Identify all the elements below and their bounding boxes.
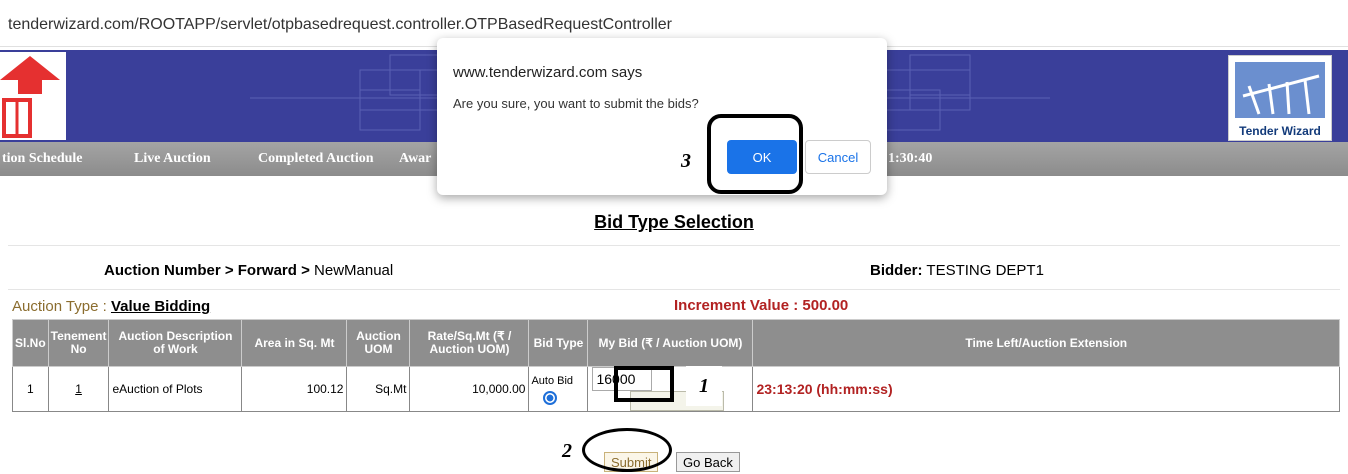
annotation-box-ok <box>707 114 803 194</box>
bidder-info: Bidder: TESTING DEPT1 <box>870 262 1044 279</box>
divider <box>8 289 1340 290</box>
col-description: Auction Description of Work <box>108 319 243 367</box>
url-text[interactable]: tenderwizard.com/ROOTAPP/servlet/otpbase… <box>8 16 672 34</box>
nav-auction-schedule[interactable]: tion Schedule <box>2 151 83 167</box>
auction-type-value: Value Bidding <box>110 298 211 315</box>
people-logo-icon <box>1235 62 1325 118</box>
dialog-title: www.tenderwizard.com says <box>453 64 643 81</box>
go-back-button[interactable]: Go Back <box>676 452 740 472</box>
tenement-link[interactable]: 1 <box>75 382 82 396</box>
col-my-bid: My Bid (₹ / Auction UOM) <box>587 319 754 367</box>
col-time-left: Time Left/Auction Extension <box>752 319 1340 367</box>
time-left: 23:13:20 (hh:mm:ss) <box>756 381 893 397</box>
col-uom: Auction UOM <box>346 319 411 367</box>
bid-type-cell: Auto Bid <box>529 374 587 405</box>
nav-awarded[interactable]: Awar <box>399 151 431 167</box>
auction-type-label: Auction Type : <box>12 298 107 315</box>
cancel-button[interactable]: Cancel <box>805 140 871 174</box>
cell-uom: Sq.Mt <box>346 366 411 412</box>
bidder-label: Bidder: <box>870 262 923 279</box>
col-slno: Sl.No <box>12 319 49 367</box>
auto-bid-radio[interactable] <box>543 391 558 405</box>
annotation-box-bid <box>614 366 674 402</box>
col-bid-type: Bid Type <box>528 319 589 367</box>
dialog-message: Are you sure, you want to submit the bid… <box>453 96 699 111</box>
annotation-ellipse-submit <box>582 428 672 472</box>
table-header-row: Sl.No Tenement No Auction Description of… <box>12 319 1340 367</box>
bidder-value: TESTING DEPT1 <box>926 262 1044 279</box>
breadcrumb: Auction Number > Forward > NewManual <box>104 262 393 279</box>
increment-value: Increment Value : 500.00 <box>674 297 849 314</box>
left-logo <box>0 52 66 140</box>
divider <box>8 245 1340 246</box>
bid-table: Sl.No Tenement No Auction Description of… <box>12 319 1340 412</box>
cell-area: 100.12 <box>241 366 348 412</box>
table-row: 1 1 eAuction of Plots 100.12 Sq.Mt 10,00… <box>12 366 1340 412</box>
cell-description: eAuction of Plots <box>108 366 243 412</box>
annotation-step-1: 1 <box>686 366 722 406</box>
breadcrumb-prefix: Auction Number > Forward > <box>104 262 315 279</box>
auction-type: Auction Type : Value Bidding <box>12 298 210 315</box>
col-area: Area in Sq. Mt <box>241 319 348 367</box>
confirm-dialog: www.tenderwizard.com says Are you sure, … <box>437 38 887 195</box>
cell-slno: 1 <box>12 366 49 412</box>
auto-bid-label: Auto Bid <box>531 375 574 387</box>
logo-text: Tender Wizard <box>1239 124 1321 138</box>
tender-wizard-logo: Tender Wizard <box>1228 55 1332 141</box>
col-tenement: Tenement No <box>47 319 110 367</box>
nav-completed-auction[interactable]: Completed Auction <box>258 151 374 167</box>
annotation-step-2: 2 <box>562 440 572 462</box>
page-title: Bid Type Selection <box>594 212 754 232</box>
house-logo-icon <box>0 56 60 138</box>
cell-rate: 10,000.00 <box>409 366 530 412</box>
annotation-step-3: 3 <box>681 150 691 172</box>
col-rate: Rate/Sq.Mt (₹ / Auction UOM) <box>409 319 530 367</box>
nav-timer: 1:30:40 <box>888 151 933 166</box>
breadcrumb-value: NewManual <box>314 262 394 279</box>
nav-live-auction[interactable]: Live Auction <box>134 151 211 167</box>
